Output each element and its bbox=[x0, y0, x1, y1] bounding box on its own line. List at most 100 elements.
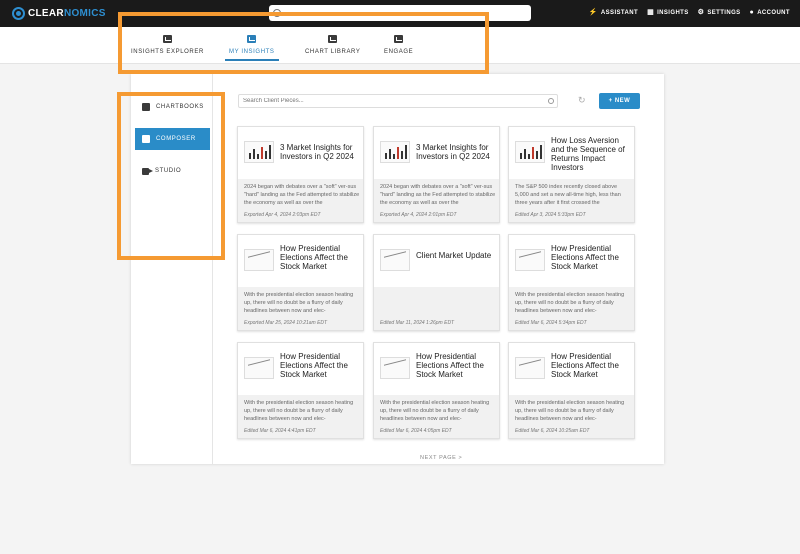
top-nav: ⚡ ASSISTANT ▦ INSIGHTS ⚙ SETTINGS ● ACCOUNT bbox=[589, 9, 790, 16]
card-timestamp: Edited Mar 6, 2024 10:25am EDT bbox=[515, 428, 590, 434]
highlight-box-sidebar bbox=[117, 92, 225, 260]
topnav-assistant[interactable]: ⚡ ASSISTANT bbox=[589, 9, 638, 16]
thumbnail-bar bbox=[385, 153, 387, 159]
thumbnail-bar bbox=[532, 147, 534, 159]
card-title: How Presidential Elections Affect the St… bbox=[551, 352, 619, 379]
card-title: How Loss Aversion and the Sequence of Re… bbox=[551, 136, 625, 172]
thumbnail-bar bbox=[269, 145, 271, 159]
card-header: How Presidential Elections Affect the St… bbox=[238, 343, 363, 395]
card-thumbnail bbox=[515, 249, 545, 271]
insight-card[interactable]: How Loss Aversion and the Sequence of Re… bbox=[508, 126, 635, 223]
card-thumbnail bbox=[380, 249, 410, 271]
thumbnail-bar bbox=[401, 151, 403, 159]
card-header: How Presidential Elections Affect the St… bbox=[509, 235, 634, 287]
card-description bbox=[380, 291, 496, 315]
next-page-link[interactable]: NEXT PAGE > bbox=[420, 455, 462, 461]
card-thumbnail bbox=[515, 141, 545, 163]
card-timestamp: Edited Mar 6, 2024 4:05pm EDT bbox=[380, 428, 452, 434]
card-description: With the presidential election season he… bbox=[515, 292, 625, 314]
card-description: The S&P 500 index recently closed above … bbox=[515, 184, 621, 206]
new-button[interactable]: + NEW bbox=[599, 93, 640, 109]
thumbnail-line bbox=[384, 251, 406, 265]
card-timestamp: Edited Mar 6, 2024 4:41pm EDT bbox=[244, 428, 316, 434]
thumbnail-bar bbox=[249, 153, 251, 159]
card-title: How Presidential Elections Affect the St… bbox=[416, 352, 484, 379]
thumbnail-bar bbox=[405, 145, 407, 159]
gear-icon: ⚙ bbox=[697, 9, 705, 16]
card-thumbnail bbox=[380, 141, 410, 163]
card-header: How Presidential Elections Affect the St… bbox=[374, 343, 499, 395]
thumbnail-bar bbox=[253, 149, 255, 159]
topnav-insights[interactable]: ▦ INSIGHTS bbox=[647, 9, 689, 16]
client-search[interactable] bbox=[238, 94, 558, 108]
card-title: 3 Market Insights for Investors in Q2 20… bbox=[280, 143, 354, 161]
user-icon: ● bbox=[749, 9, 755, 16]
thumbnail-line bbox=[519, 251, 541, 265]
logo-text-prefix: CLEAR bbox=[28, 8, 64, 19]
insight-card[interactable]: How Presidential Elections Affect the St… bbox=[237, 342, 364, 439]
card-timestamp: Exported Mar 25, 2024 10:21am EDT bbox=[244, 320, 328, 326]
insight-card[interactable]: 3 Market Insights for Investors in Q2 20… bbox=[373, 126, 500, 223]
card-grid: 3 Market Insights for Investors in Q2 20… bbox=[237, 126, 637, 442]
card-thumbnail bbox=[244, 357, 274, 379]
thumbnail-bar bbox=[397, 147, 399, 159]
card-thumbnail bbox=[380, 357, 410, 379]
insight-card[interactable]: Client Market Update Edited Mar 11, 2024 … bbox=[373, 234, 500, 331]
thumbnail-bar bbox=[389, 149, 391, 159]
card-thumbnail bbox=[244, 249, 274, 271]
insight-card[interactable]: 3 Market Insights for Investors in Q2 20… bbox=[237, 126, 364, 223]
card-header: How Loss Aversion and the Sequence of Re… bbox=[509, 127, 634, 179]
card-thumbnail bbox=[244, 141, 274, 163]
card-description: 2024 began with debates over a "soft" ve… bbox=[244, 184, 360, 206]
card-title: 3 Market Insights for Investors in Q2 20… bbox=[416, 143, 490, 161]
bolt-icon: ⚡ bbox=[588, 9, 598, 16]
card-description: With the presidential election season he… bbox=[380, 400, 490, 422]
card-timestamp: Exported Apr 4, 2024 2:01pm EDT bbox=[380, 212, 457, 218]
card-timestamp: Edited Mar 11, 2024 1:26pm EDT bbox=[380, 320, 455, 326]
thumbnail-line bbox=[519, 359, 541, 373]
chart-icon: ▦ bbox=[647, 9, 655, 16]
thumbnail-line bbox=[384, 359, 406, 373]
topnav-account-label: ACCOUNT bbox=[757, 9, 790, 16]
thumbnail-bar bbox=[257, 154, 259, 159]
topnav-insights-label: INSIGHTS bbox=[657, 9, 689, 16]
topnav-settings-label: SETTINGS bbox=[707, 9, 741, 16]
client-search-input[interactable] bbox=[243, 98, 543, 104]
card-title: Client Market Update bbox=[416, 251, 492, 260]
thumbnail-bar bbox=[261, 147, 263, 159]
card-description: 2024 began with debates over a "soft" ve… bbox=[380, 184, 496, 206]
thumbnail-bar bbox=[393, 154, 395, 159]
topnav-assistant-label: ASSISTANT bbox=[600, 9, 639, 16]
card-timestamp: Edited Mar 6, 2024 5:34pm EDT bbox=[515, 320, 587, 326]
card-thumbnail bbox=[515, 357, 545, 379]
thumbnail-bar bbox=[540, 145, 542, 159]
thumbnail-bar bbox=[520, 153, 522, 159]
card-title: How Presidential Elections Affect the St… bbox=[280, 352, 348, 379]
thumbnail-bar bbox=[528, 154, 530, 159]
logo-text-suffix: NOMICS bbox=[63, 8, 106, 19]
card-timestamp: Edited Apr 3, 2024 5:33pm EDT bbox=[515, 212, 586, 218]
card-description: With the presidential election season he… bbox=[244, 292, 354, 314]
thumbnail-line bbox=[248, 251, 270, 265]
card-header: 3 Market Insights for Investors in Q2 20… bbox=[374, 127, 499, 179]
thumbnail-bar bbox=[265, 151, 267, 159]
card-timestamp: Exported Apr 4, 2024 2:03pm EDT bbox=[244, 212, 321, 218]
card-header: How Presidential Elections Affect the St… bbox=[509, 343, 634, 395]
thumbnail-bar bbox=[536, 151, 538, 159]
topnav-settings[interactable]: ⚙ SETTINGS bbox=[698, 9, 741, 16]
logo-icon bbox=[12, 7, 25, 20]
insight-card[interactable]: How Presidential Elections Affect the St… bbox=[373, 342, 500, 439]
refresh-icon[interactable]: ↻ bbox=[578, 95, 586, 106]
card-description: With the presidential election season he… bbox=[515, 400, 625, 422]
clearnomics-logo[interactable]: CLEARNOMICS bbox=[12, 6, 106, 21]
insight-card[interactable]: How Presidential Elections Affect the St… bbox=[237, 234, 364, 331]
thumbnail-bar bbox=[524, 149, 526, 159]
card-title: How Presidential Elections Affect the St… bbox=[551, 244, 619, 271]
insight-card[interactable]: How Presidential Elections Affect the St… bbox=[508, 234, 635, 331]
search-icon bbox=[548, 98, 554, 104]
card-description: With the presidential election season he… bbox=[244, 400, 354, 422]
card-header: How Presidential Elections Affect the St… bbox=[238, 235, 363, 287]
thumbnail-line bbox=[248, 359, 270, 373]
insight-card[interactable]: How Presidential Elections Affect the St… bbox=[508, 342, 635, 439]
topnav-account[interactable]: ● ACCOUNT bbox=[750, 9, 790, 16]
